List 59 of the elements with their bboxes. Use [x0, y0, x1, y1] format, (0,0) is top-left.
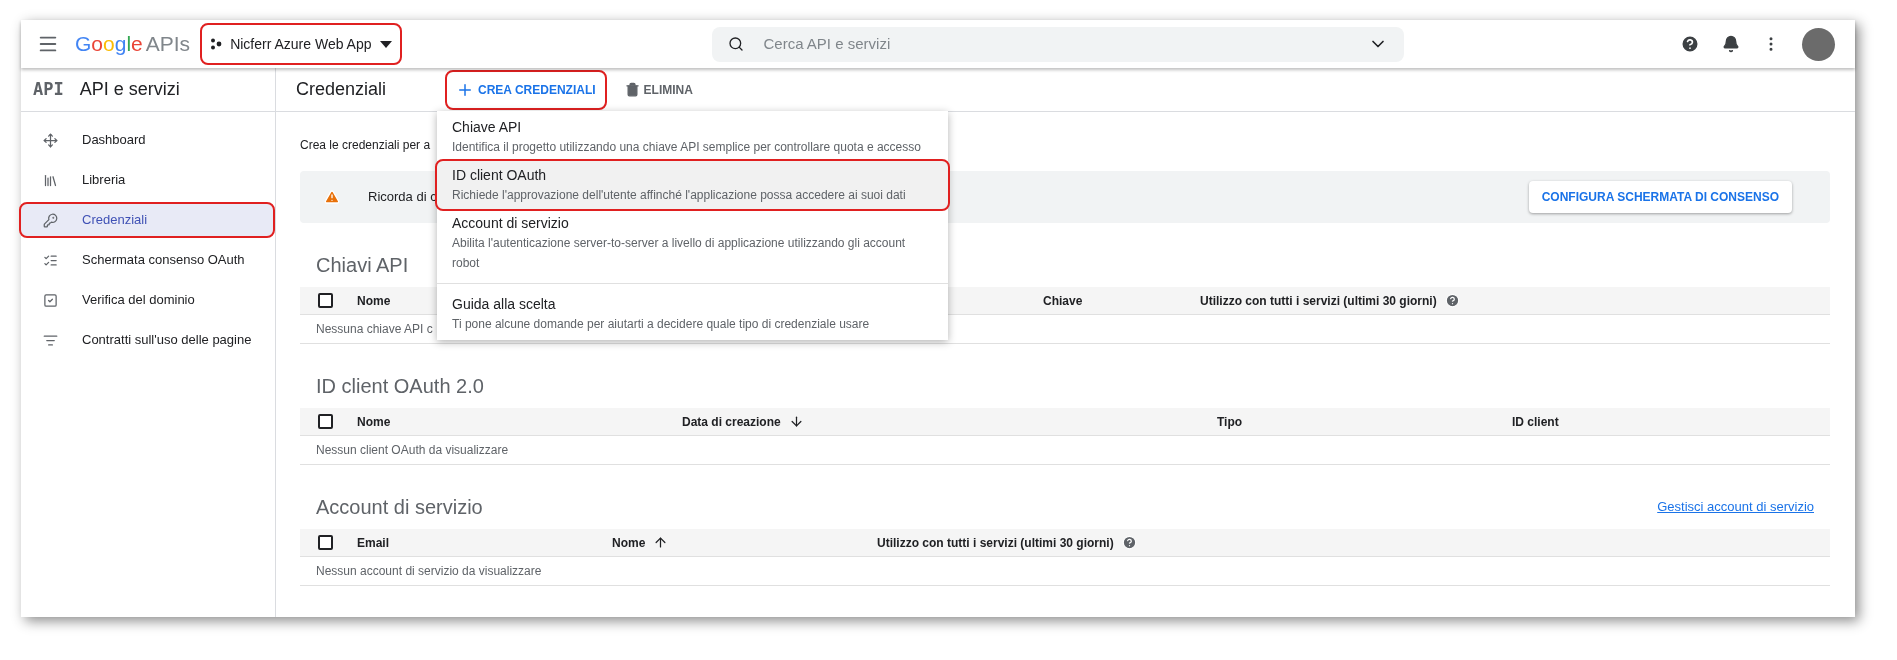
sidebar-title: API e servizi: [79, 78, 180, 101]
column-header[interactable]: Nome: [357, 412, 391, 431]
column-header[interactable]: Nome: [357, 291, 391, 310]
section-title: Account di servizio: [316, 495, 483, 520]
api-logo: API: [33, 77, 64, 101]
sort-down-icon[interactable]: [788, 414, 804, 429]
sidebar-item[interactable]: Libreria: [21, 164, 273, 196]
notifications-icon[interactable]: [1722, 35, 1740, 53]
sidebar-item[interactable]: Verifica del dominio: [21, 284, 273, 316]
select-all-checkbox[interactable]: [318, 293, 333, 308]
select-all-checkbox[interactable]: [318, 535, 333, 550]
project-selector[interactable]: Nicferr Azure Web App: [202, 25, 400, 63]
column-header[interactable]: ID client: [1512, 412, 1559, 431]
sidebar-item[interactable]: Contratti sull'uso delle pagine: [21, 324, 273, 356]
sidebar-item[interactable]: Dashboard: [21, 124, 273, 156]
delete-button[interactable]: ELIMINA: [624, 80, 693, 99]
column-header[interactable]: Data di creazione: [682, 412, 781, 431]
section-title: ID client OAuth 2.0: [316, 374, 484, 399]
search-field[interactable]: Cerca API e servizi: [763, 32, 1368, 56]
trash-icon: [624, 82, 640, 97]
checkbox-icon: [43, 292, 58, 308]
menu-item[interactable]: Account di servizio Abilita l'autenticazione server-to-server a livello di applicazione utilizzando gli account robot: [437, 209, 948, 277]
logo: GoogleAPIs: [75, 31, 191, 58]
intro-text: Crea le credenziali per a: [300, 137, 431, 154]
manage-link[interactable]: Gestisci account di servizio: [1657, 497, 1814, 517]
column-header[interactable]: Email: [357, 533, 389, 552]
column-header[interactable]: Chiave: [1043, 291, 1083, 310]
project-dots-icon: [210, 38, 223, 50]
help-icon[interactable]: [1444, 293, 1460, 308]
help-icon[interactable]: [1680, 34, 1700, 54]
section-title: Chiavi API: [316, 253, 409, 278]
configure-consent-button[interactable]: CONFIGURA SCHERMATA DI CONSENSO: [1528, 181, 1792, 213]
list-filter-icon: [43, 332, 58, 348]
column-header[interactable]: Utilizzo con tutti i servizi (ultimi 30 giorni): [1200, 291, 1437, 310]
search-icon: [727, 36, 744, 52]
sidebar-item[interactable]: Credenziali: [21, 204, 273, 236]
select-all-checkbox[interactable]: [318, 414, 333, 429]
menu-item[interactable]: Chiave API Identifica il progetto utilizzando una chiave API semplice per controllare quota e accesso: [437, 113, 948, 161]
dropdown-caret-icon: [379, 40, 392, 48]
warning-icon: [324, 189, 340, 205]
column-header[interactable]: Tipo: [1217, 412, 1243, 431]
create-credentials-button[interactable]: CREA CREDENZIALI: [447, 71, 605, 108]
key-icon: [43, 212, 58, 228]
column-header[interactable]: Utilizzo con tutti i servizi (ultimi 30 giorni): [877, 533, 1114, 552]
page-title: Credenziali: [296, 78, 388, 101]
avatar[interactable]: [1802, 27, 1835, 61]
menu-item[interactable]: ID client OAuth Richiede l'approvazione dell'utente affinché l'applicazione possa accedere ai suoi dati: [437, 161, 948, 209]
menu-item[interactable]: Guida alla scelta Ti pone alcune domande per aiutarti a decidere quale tipo di credenziale usare: [437, 290, 948, 338]
sidebar-item[interactable]: Schermata consenso OAuth: [21, 244, 273, 276]
empty-message: Nessuna chiave API c: [316, 321, 433, 338]
empty-message: Nessun client OAuth da visualizzare: [316, 442, 509, 459]
column-header[interactable]: Nome: [612, 533, 646, 552]
sort-up-icon[interactable]: [653, 535, 669, 550]
help-icon[interactable]: [1121, 535, 1137, 550]
search-bar[interactable]: Cerca API e servizi: [711, 26, 1404, 62]
move-arrows-icon: [43, 132, 58, 148]
empty-message: Nessun account di servizio da visualizzare: [316, 563, 542, 580]
library-icon: [43, 172, 58, 188]
checklist-icon: [43, 252, 58, 268]
